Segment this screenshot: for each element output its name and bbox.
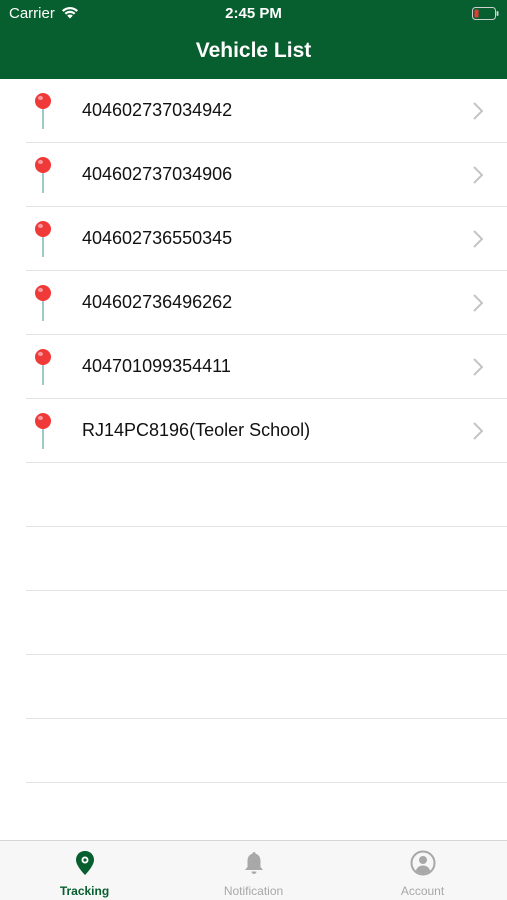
vehicle-label: 404701099354411 [82,356,231,376]
tab-label: Notification [223,884,284,898]
map-pin-icon [35,285,51,321]
tab-label: Account [400,884,445,898]
empty-row-separator [26,463,507,527]
vehicle-row[interactable]: 404602736496262 [26,271,507,335]
empty-row-separator [26,527,507,591]
chevron-right-icon [473,294,483,312]
vehicle-row[interactable]: 404602737034906 [26,143,507,207]
chevron-right-icon [473,358,483,376]
vehicle-label: RJ14PC8196(Teoler School) [82,420,311,440]
tab-label: Tracking [59,884,110,898]
empty-row-separator [26,719,507,783]
user-circle-icon [410,850,436,876]
vehicle-row[interactable]: 404701099354411 [26,335,507,399]
page-title: Vehicle List [195,39,312,62]
vehicle-row[interactable]: RJ14PC8196(Teoler School) [26,399,507,463]
map-pin-icon [35,349,51,385]
vehicle-row[interactable]: 404602737034942 [26,79,507,143]
nav-header: Carrier 2:45 PM Vehicle List [0,0,507,79]
vehicle-label: 404602736550345 [82,228,233,248]
tab-notification[interactable]: Notification [169,841,338,900]
empty-row-separator [26,655,507,719]
map-pin-icon [35,93,51,129]
vehicle-label: 404602736496262 [82,292,233,312]
map-pin-icon [35,413,51,449]
status-time: 2:45 PM [225,5,282,22]
tab-account[interactable]: Account [338,841,507,900]
vehicle-label: 404602737034906 [82,164,233,184]
vehicle-row[interactable]: 404602736550345 [26,207,507,271]
vehicle-label: 404602737034942 [82,100,233,120]
chevron-right-icon [473,230,483,248]
tab-bar: Tracking Notification Account [0,840,507,900]
chevron-right-icon [473,166,483,184]
map-pin-icon [35,157,51,193]
empty-row-separator [26,591,507,655]
bell-icon [245,852,263,874]
map-pin-icon [35,221,51,257]
status-bar: Carrier 2:45 PM [0,0,507,28]
location-pin-icon [76,851,94,875]
chevron-right-icon [473,422,483,440]
tab-tracking[interactable]: Tracking [0,841,169,900]
battery-icon [472,7,499,20]
vehicle-list: 404602737034942 404602737034906 40460273… [0,79,507,783]
chevron-right-icon [473,102,483,120]
